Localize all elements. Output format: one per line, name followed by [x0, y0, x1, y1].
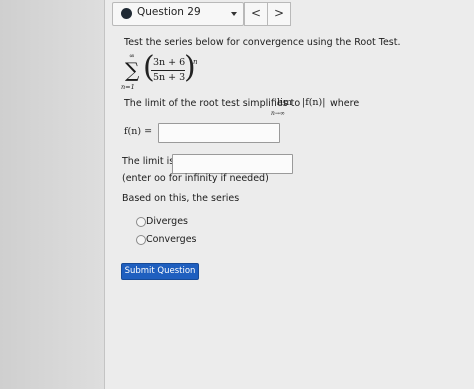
abs-fn: |f(n)|: [302, 97, 326, 108]
previous-question-button[interactable]: <: [244, 2, 268, 26]
radio-circle-icon[interactable]: [136, 217, 146, 227]
limit-label: The limit is:: [122, 156, 178, 167]
simplify-text: The limit of the root test simplifies to: [124, 98, 301, 109]
radio-circle-icon[interactable]: [136, 235, 146, 245]
left-margin: [0, 0, 104, 389]
lim-word: lim: [277, 97, 293, 108]
sum-lower-limit: n=1: [121, 83, 135, 91]
fn-label: f(n) =: [124, 126, 153, 137]
submit-question-button[interactable]: Submit Question: [121, 263, 199, 280]
right-paren: ): [184, 50, 196, 85]
fraction-bar: [151, 70, 185, 71]
question-title: Question 29: [137, 6, 201, 18]
status-dot-icon: [121, 8, 132, 19]
question-select[interactable]: Question 29: [112, 2, 244, 26]
summation-symbol: ∑: [125, 58, 140, 82]
fraction-numerator: 3n + 6: [153, 57, 186, 68]
series-exponent: n: [193, 58, 198, 66]
limit-input[interactable]: [172, 154, 293, 174]
where-text: where: [330, 98, 360, 109]
next-question-button[interactable]: >: [267, 2, 291, 26]
lim-subscript: n→∞: [271, 110, 285, 117]
question-prompt: Test the series below for convergence us…: [124, 37, 401, 48]
based-on-text: Based on this, the series: [122, 193, 240, 204]
fn-input[interactable]: [158, 123, 280, 143]
limit-hint: (enter oo for infinity if needed): [122, 173, 269, 184]
caret-down-icon: [231, 12, 237, 16]
option-label: Converges: [146, 234, 197, 245]
fraction-denominator: 5n + 3: [153, 72, 186, 83]
option-label: Diverges: [146, 216, 188, 227]
